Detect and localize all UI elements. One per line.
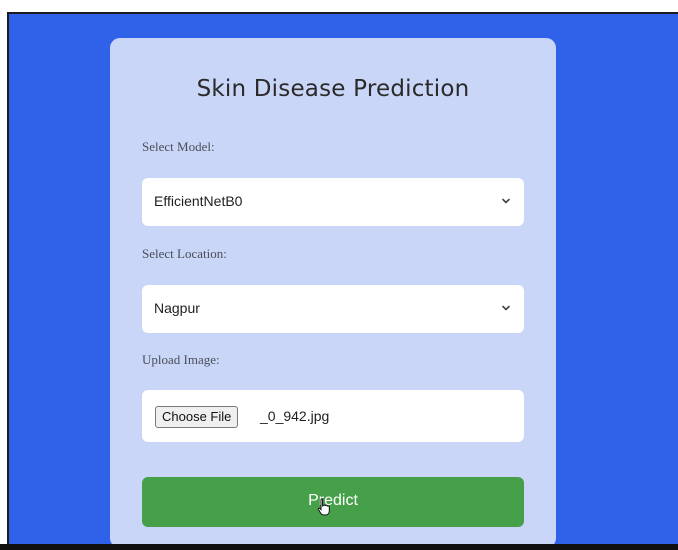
model-select[interactable]: EfficientNetB0 (142, 178, 524, 226)
predict-button-label: Predict (308, 492, 358, 509)
location-select-value: Nagpur (154, 300, 200, 316)
prediction-form-card: Skin Disease Prediction Select Model: Ef… (110, 38, 556, 548)
model-select-label: Select Model: (142, 139, 215, 154)
location-select[interactable]: Nagpur (142, 285, 524, 333)
predict-button[interactable]: Predict (142, 477, 524, 527)
app-viewport: Skin Disease Prediction Select Model: Ef… (7, 12, 678, 548)
location-select-label: Select Location: (142, 246, 227, 261)
image-file-input[interactable]: Choose File _0_942.jpg (142, 390, 524, 442)
model-select-value: EfficientNetB0 (154, 193, 243, 209)
selected-file-name: _0_942.jpg (260, 408, 330, 424)
screen-bottom-edge (0, 544, 678, 550)
chevron-down-icon (502, 305, 510, 311)
upload-image-label: Upload Image: (142, 352, 220, 367)
chevron-down-icon (502, 198, 510, 204)
hand-pointer-icon (317, 498, 330, 516)
page-title: Skin Disease Prediction (196, 76, 470, 102)
choose-file-button[interactable]: Choose File (155, 406, 239, 428)
